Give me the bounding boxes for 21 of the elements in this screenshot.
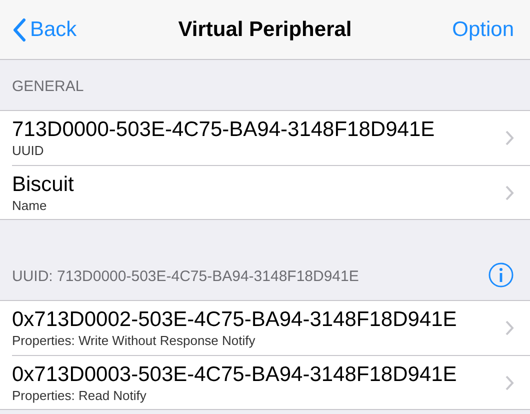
row-title: 0x713D0003-503E-4C75-BA94-3148F18D941E (12, 362, 457, 388)
chevron-right-icon (505, 130, 514, 146)
row-subtitle: Properties: Read Notify (12, 388, 148, 404)
row-subtitle: Properties: Write Without Response Notify (12, 333, 256, 349)
list-row[interactable]: 713D0000-503E-4C75-BA94-3148F18D941E UUID (0, 111, 530, 165)
chevron-right-icon (505, 374, 514, 390)
list-row[interactable]: 0x713D0002-503E-4C75-BA94-3148F18D941E Properties: Write Without Response Notify (0, 301, 530, 355)
row-subtitle: Name (12, 198, 48, 214)
row-subtitle: UUID (12, 143, 45, 159)
section-header: GENERAL (12, 76, 84, 96)
row-title: 0x713D0002-503E-4C75-BA94-3148F18D941E (12, 307, 457, 333)
chevron-left-icon (12, 18, 26, 42)
info-icon[interactable] (488, 262, 514, 288)
chevron-right-icon (505, 184, 514, 200)
list-row[interactable]: Biscuit Name (12, 165, 530, 219)
nav-title: Virtual Peripheral (178, 16, 352, 43)
row-title: Biscuit (12, 172, 74, 198)
list-row[interactable]: 0x713D0003-503E-4C75-BA94-3148F18D941E Properties: Read Notify (12, 355, 530, 409)
row-title: 713D0000-503E-4C75-BA94-3148F18D941E (12, 117, 435, 143)
section-header: UUID: 713D0000-503E-4C75-BA94-3148F18D941E (12, 266, 359, 286)
chevron-right-icon (505, 320, 514, 336)
